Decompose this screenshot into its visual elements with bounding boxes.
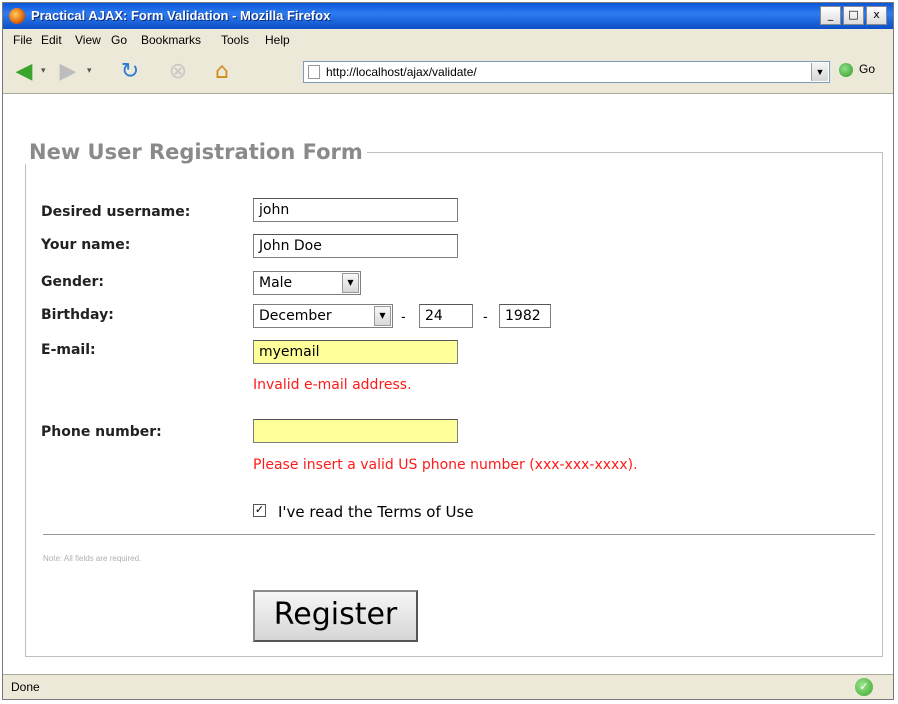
- menu-bookmarks[interactable]: Bookmarks: [141, 33, 201, 47]
- name-label: Your name:: [41, 237, 131, 253]
- menu-go[interactable]: Go: [111, 33, 127, 47]
- url-dropdown-icon[interactable]: ▼: [811, 63, 828, 81]
- page-content: New User Registration Form Desired usern…: [3, 94, 893, 675]
- menu-view[interactable]: View: [75, 33, 101, 47]
- minimize-button[interactable]: _: [820, 6, 841, 25]
- status-text: Done: [11, 680, 40, 694]
- username-label: Desired username:: [41, 204, 191, 220]
- phone-error: Please insert a valid US phone number (x…: [253, 457, 638, 473]
- name-input[interactable]: John Doe: [253, 234, 458, 258]
- reload-icon[interactable]: ↻: [117, 59, 143, 85]
- back-icon[interactable]: ◀: [11, 59, 37, 85]
- month-value: December: [259, 308, 332, 324]
- divider: [43, 534, 875, 535]
- terms-checkbox[interactable]: ✓: [253, 504, 266, 517]
- go-icon: [839, 62, 853, 77]
- go-button[interactable]: Go: [839, 62, 875, 77]
- title-bar: Practical AJAX: Form Validation - Mozill…: [3, 3, 893, 29]
- phone-label: Phone number:: [41, 424, 162, 440]
- go-label: Go: [859, 62, 876, 76]
- window-controls: _ □ x: [820, 6, 887, 25]
- back-dropdown-icon[interactable]: ▾: [41, 66, 46, 76]
- close-button[interactable]: x: [866, 6, 887, 25]
- menu-help[interactable]: Help: [265, 33, 290, 47]
- navigation-toolbar: ◀ ▾ ▶ ▾ ↻ ⊗ ⌂ http://localhost/ajax/vali…: [3, 51, 893, 94]
- email-label: E-mail:: [41, 342, 96, 358]
- home-icon[interactable]: ⌂: [209, 59, 235, 85]
- address-bar[interactable]: http://localhost/ajax/validate/ ▼: [303, 61, 830, 83]
- window-title: Practical AJAX: Form Validation - Mozill…: [31, 8, 331, 23]
- date-separator: -: [401, 308, 406, 324]
- url-text[interactable]: http://localhost/ajax/validate/: [326, 65, 477, 79]
- birthday-month-select[interactable]: December ▼: [253, 304, 393, 328]
- required-note: Note: All fields are required.: [43, 554, 142, 563]
- birthday-label: Birthday:: [41, 307, 114, 323]
- forward-dropdown-icon[interactable]: ▾: [87, 66, 92, 76]
- menu-tools[interactable]: Tools: [221, 33, 249, 47]
- menu-bar: File Edit View Go Bookmarks Tools Help: [3, 29, 893, 52]
- register-button[interactable]: Register: [253, 590, 418, 642]
- chevron-down-icon[interactable]: ▼: [342, 273, 359, 293]
- email-error: Invalid e-mail address.: [253, 377, 412, 393]
- form-legend: New User Registration Form: [25, 140, 367, 164]
- menu-edit[interactable]: Edit: [41, 33, 62, 47]
- status-bar: Done ✓: [3, 674, 893, 699]
- registration-fieldset: [25, 152, 883, 657]
- forward-icon[interactable]: ▶: [55, 59, 81, 85]
- stop-icon[interactable]: ⊗: [165, 59, 191, 85]
- status-ok-icon: ✓: [855, 678, 873, 696]
- browser-window: Practical AJAX: Form Validation - Mozill…: [2, 2, 894, 700]
- phone-input[interactable]: [253, 419, 458, 443]
- menu-file[interactable]: File: [13, 33, 32, 47]
- maximize-button[interactable]: □: [843, 6, 864, 25]
- chevron-down-icon[interactable]: ▼: [374, 306, 391, 326]
- birthday-year-input[interactable]: 1982: [499, 304, 551, 328]
- gender-value: Male: [259, 275, 293, 291]
- firefox-icon: [9, 8, 25, 24]
- username-input[interactable]: john: [253, 198, 458, 222]
- birthday-day-input[interactable]: 24: [419, 304, 473, 328]
- email-input[interactable]: myemail: [253, 340, 458, 364]
- date-separator: -: [483, 308, 488, 324]
- page-icon: [308, 65, 320, 79]
- gender-select[interactable]: Male ▼: [253, 271, 361, 295]
- terms-label: I've read the Terms of Use: [278, 503, 474, 521]
- gender-label: Gender:: [41, 274, 104, 290]
